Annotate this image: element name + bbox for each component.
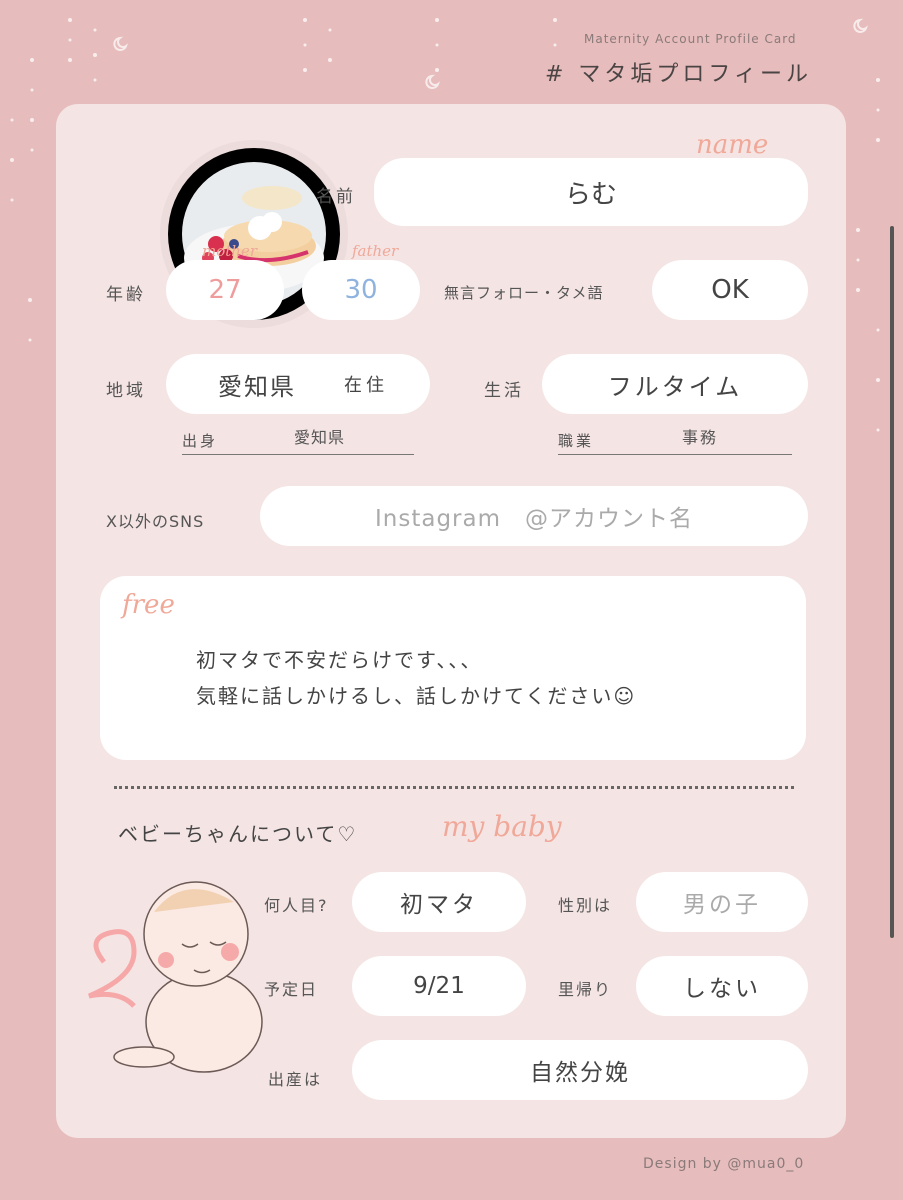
return-field[interactable]: しない bbox=[636, 956, 808, 1016]
age-label: 年齢 bbox=[106, 285, 146, 305]
due-label: 予定日 bbox=[264, 980, 319, 999]
free-line-2: 気軽に話しかけるし、話しかけてください☺ bbox=[196, 684, 637, 708]
life-label: 生活 bbox=[484, 381, 524, 401]
header-subtitle: Maternity Account Profile Card bbox=[584, 32, 797, 46]
origin-label: 出身 bbox=[182, 432, 219, 450]
sns-field[interactable]: Instagram @アカウント名 bbox=[260, 486, 808, 546]
father-script: father bbox=[352, 242, 399, 260]
free-script: free bbox=[122, 590, 175, 620]
baby-illustration-icon bbox=[88, 881, 263, 1073]
profile-card: name 名前 らむ 年齢 mother father 27 30 無言フォロー… bbox=[56, 104, 846, 1138]
job-underline bbox=[558, 454, 792, 455]
due-field[interactable]: 9/21 bbox=[352, 956, 526, 1016]
baby-heading-script: my baby bbox=[442, 810, 562, 843]
region-label: 地域 bbox=[106, 381, 146, 401]
header-title: # マタ垢プロフィール bbox=[545, 62, 812, 87]
follow-label: 無言フォロー・タメ語 bbox=[444, 284, 604, 302]
region-value: 愛知県 bbox=[218, 372, 296, 401]
birth-field[interactable]: 自然分娩 bbox=[352, 1040, 808, 1100]
job-label: 職業 bbox=[558, 432, 595, 450]
birth-label: 出産は bbox=[268, 1070, 323, 1089]
job-value: 事務 bbox=[682, 428, 719, 447]
origin-underline bbox=[182, 454, 414, 455]
return-label: 里帰り bbox=[558, 980, 613, 999]
free-text-box[interactable]: free 初マタで不安だらけです、、、 気軽に話しかけるし、話しかけてください☺ bbox=[100, 576, 806, 760]
section-separator bbox=[114, 786, 794, 789]
order-field[interactable]: 初マタ bbox=[352, 872, 526, 932]
mother-age-field[interactable]: 27 bbox=[166, 260, 284, 320]
origin-value: 愛知県 bbox=[294, 428, 346, 447]
free-line-1: 初マタで不安だらけです、、、 bbox=[196, 648, 483, 672]
baby-heading: ベビーちゃんについて♡ bbox=[118, 822, 358, 846]
region-field[interactable]: 愛知県 在住 bbox=[166, 354, 430, 414]
scrollbar[interactable] bbox=[890, 226, 894, 938]
life-field[interactable]: フルタイム bbox=[542, 354, 808, 414]
name-field[interactable]: らむ bbox=[374, 158, 808, 226]
sns-label: X以外のSNS bbox=[106, 512, 205, 531]
order-label: 何人目? bbox=[264, 896, 329, 915]
name-label: 名前 bbox=[316, 187, 356, 207]
region-suffix: 在住 bbox=[344, 375, 388, 396]
designer-credit: Design by @mua0_0 bbox=[643, 1156, 805, 1172]
mother-script: mother bbox=[202, 242, 257, 260]
gender-field[interactable]: 男の子 bbox=[636, 872, 808, 932]
father-age-field[interactable]: 30 bbox=[302, 260, 420, 320]
follow-field[interactable]: OK bbox=[652, 260, 808, 320]
name-script: name bbox=[696, 130, 769, 160]
gender-label: 性別は bbox=[558, 896, 613, 915]
